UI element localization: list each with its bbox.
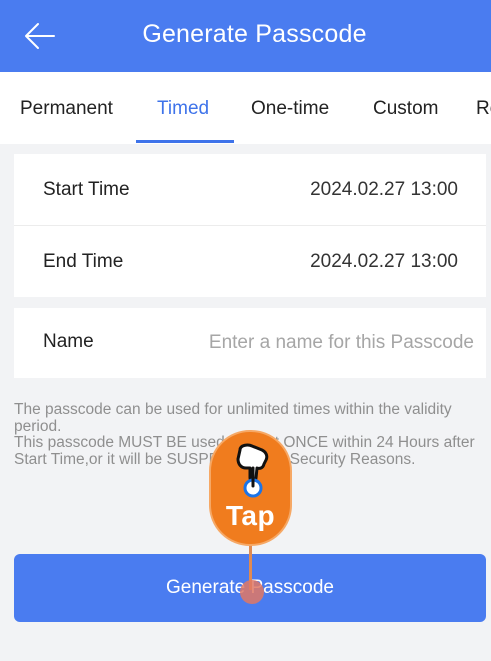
app-header: Generate Passcode xyxy=(0,0,491,72)
generate-passcode-button[interactable]: Generate Passcode xyxy=(14,554,486,622)
tab-random[interactable]: Re xyxy=(476,98,491,120)
end-time-value: 2024.02.27 13:00 xyxy=(310,250,458,272)
end-time-row[interactable]: End Time 2024.02.27 13:00 xyxy=(14,226,486,297)
end-time-label: End Time xyxy=(43,250,124,272)
tab-permanent[interactable]: Permanent xyxy=(20,98,113,120)
tab-timed[interactable]: Timed xyxy=(157,98,209,120)
passcode-name-input[interactable] xyxy=(174,328,474,358)
tab-one-time[interactable]: One-time xyxy=(251,98,329,120)
tap-label: Tap xyxy=(225,500,276,531)
validity-time-card: Start Time 2024.02.27 13:00 End Time 202… xyxy=(14,154,486,297)
passcode-notice: The passcode can be used for unlimited t… xyxy=(14,401,476,468)
name-card: Name xyxy=(14,308,486,378)
start-time-value: 2024.02.27 13:00 xyxy=(310,178,458,200)
page-title: Generate Passcode xyxy=(142,20,367,48)
start-time-label: Start Time xyxy=(43,178,130,200)
tab-custom[interactable]: Custom xyxy=(373,98,438,120)
name-label: Name xyxy=(43,331,94,352)
notice-line-1: The passcode can be used for unlimited t… xyxy=(14,401,452,435)
active-tab-indicator xyxy=(136,140,234,143)
notice-line-2: This passcode MUST BE used at least ONCE… xyxy=(14,434,475,468)
passcode-type-tabs: Permanent Timed One-time Custom Re xyxy=(0,72,491,144)
start-time-row[interactable]: Start Time 2024.02.27 13:00 xyxy=(14,154,486,225)
